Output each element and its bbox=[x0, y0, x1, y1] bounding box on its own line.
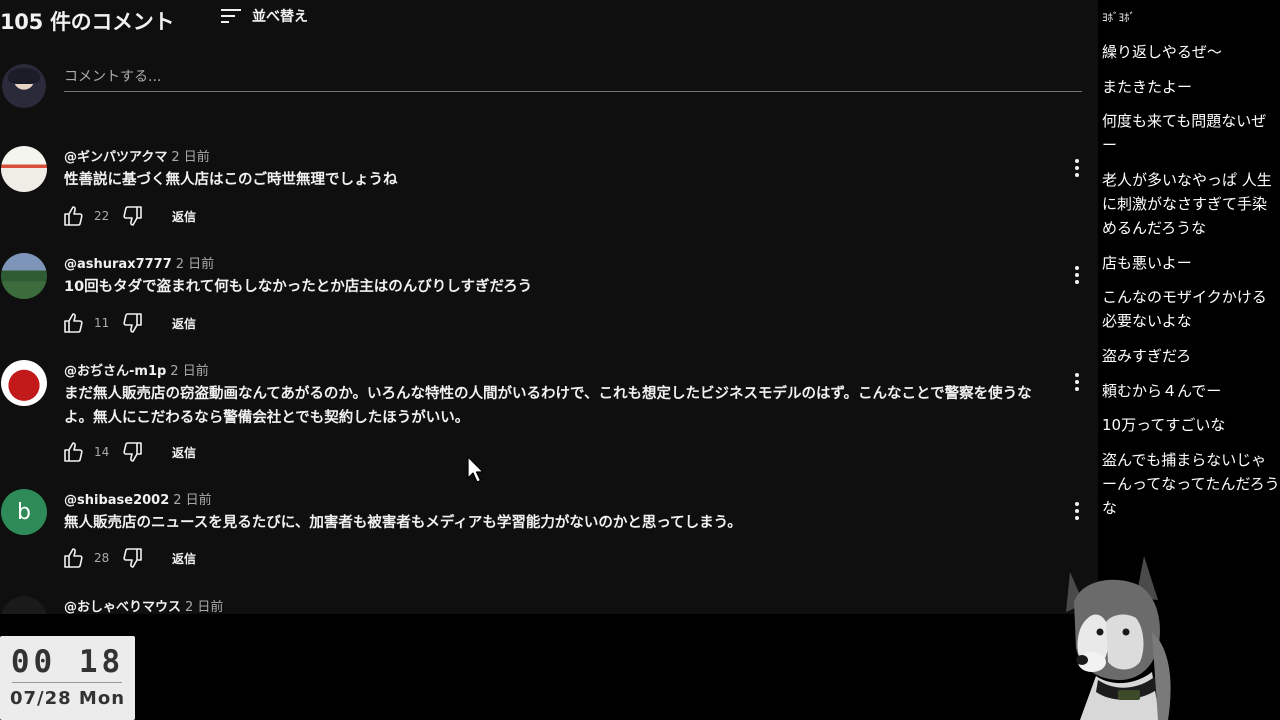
sort-button[interactable]: 並べ替え bbox=[220, 6, 308, 26]
like-button[interactable] bbox=[62, 546, 86, 570]
more-icon[interactable] bbox=[1068, 499, 1086, 523]
chat-message: 盗みすぎだろ bbox=[1102, 347, 1192, 365]
more-icon[interactable] bbox=[1068, 156, 1086, 180]
clock-date: 07/28 Mon bbox=[9, 688, 126, 709]
comment-meta: @おしゃべりマウス 2 日前 bbox=[64, 596, 223, 614]
chat-message: こんなのモザイクかける必要ないよな bbox=[1102, 288, 1267, 330]
my-avatar bbox=[2, 64, 46, 108]
comment-actions: 11 返信 bbox=[62, 311, 196, 335]
more-icon[interactable] bbox=[1068, 370, 1086, 394]
comment-author[interactable]: @ギンパツアクマ bbox=[64, 150, 167, 165]
chat-message: 頼むから４んでー bbox=[1102, 382, 1222, 400]
chat-message: 繰り返しやるぜ～ bbox=[1102, 43, 1222, 61]
live-chat-overlay: ﾖﾎﾞﾖﾎﾞ 繰り返しやるぜ～ またきたよー 何度も来ても問題ないぜー 老人が多… bbox=[1098, 0, 1280, 540]
chat-message: 何度も来ても問題ないぜー bbox=[1102, 112, 1267, 154]
husky-mascot bbox=[1066, 556, 1171, 720]
comment-meta: @ashurax7777 2 日前 bbox=[64, 253, 214, 272]
dislike-icon bbox=[123, 206, 142, 226]
clock-widget: 00 18 07/28 Mon bbox=[0, 636, 135, 720]
avatar[interactable]: b bbox=[1, 489, 47, 535]
comment-actions: 28 返信 bbox=[62, 546, 196, 570]
like-count: 14 bbox=[94, 445, 110, 459]
dislike-button[interactable] bbox=[120, 204, 144, 228]
chat-message: ﾖﾎﾞﾖﾎﾞ bbox=[1102, 11, 1135, 24]
clock-time: 00 18 bbox=[10, 644, 125, 680]
like-button[interactable] bbox=[62, 440, 86, 464]
like-icon bbox=[64, 442, 83, 462]
avatar[interactable] bbox=[1, 360, 47, 406]
comment-text: 10回もタダで盗まれて何もしなかったとか店主はのんびりしすぎだろう bbox=[64, 279, 533, 295]
comment-time[interactable]: 2 日前 bbox=[173, 493, 211, 508]
add-comment-row bbox=[0, 62, 1082, 112]
dislike-icon bbox=[123, 442, 142, 462]
chat-message: 店も悪いよー bbox=[1102, 254, 1192, 272]
sort-label: 並べ替え bbox=[252, 9, 308, 25]
like-icon bbox=[64, 548, 83, 568]
comment-meta: @shibase2002 2 日前 bbox=[64, 489, 212, 508]
dislike-button[interactable] bbox=[120, 440, 144, 464]
chat-message: 盗んでも捕まらないじゃーんってなってたんだろうな bbox=[1102, 451, 1280, 517]
comment-author[interactable]: @おぢさん-m1p bbox=[64, 364, 166, 379]
avatar[interactable] bbox=[1, 253, 47, 299]
comment-actions: 14 返信 bbox=[62, 440, 196, 464]
like-button[interactable] bbox=[62, 311, 86, 335]
comment-actions: 22 返信 bbox=[62, 204, 196, 228]
dislike-icon bbox=[123, 548, 142, 568]
add-comment-input[interactable] bbox=[64, 62, 1082, 92]
cursor-icon bbox=[467, 456, 484, 483]
reply-button[interactable]: 返信 bbox=[172, 315, 196, 332]
comment-text: まだ無人販売店の窃盗動画なんてあがるのか。いろんな特性の人間がいるわけで、これも… bbox=[64, 386, 1032, 426]
comment-text: 性善説に基づく無人店はこのご時世無理でしょうね bbox=[64, 172, 398, 188]
reply-button[interactable]: 返信 bbox=[172, 550, 196, 567]
comments-panel: 105 件のコメント 並べ替え @ギンパツアクマ 2 日前 性善説に基づく無人店は… bbox=[0, 0, 1098, 614]
chat-message: またきたよー bbox=[1102, 78, 1193, 96]
comment-time[interactable]: 2 日前 bbox=[171, 150, 209, 165]
comment-meta: @おぢさん-m1p 2 日前 bbox=[64, 360, 209, 379]
comments-header: 105 件のコメント bbox=[0, 6, 174, 36]
comment-time[interactable]: 2 日前 bbox=[185, 600, 223, 614]
like-icon bbox=[64, 313, 83, 333]
dislike-button[interactable] bbox=[120, 546, 144, 570]
avatar[interactable] bbox=[1, 146, 47, 192]
reply-button[interactable]: 返信 bbox=[172, 208, 196, 225]
stream-frame: 105 件のコメント 並べ替え @ギンパツアクマ 2 日前 性善説に基づく無人店は… bbox=[0, 0, 1280, 720]
comment-count: 105 件のコメント bbox=[0, 10, 175, 34]
dislike-button[interactable] bbox=[120, 311, 144, 335]
comment-author[interactable]: @おしゃべりマウス bbox=[64, 600, 181, 614]
comment-time[interactable]: 2 日前 bbox=[176, 257, 214, 272]
comment-time[interactable]: 2 日前 bbox=[170, 364, 208, 379]
reply-button[interactable]: 返信 bbox=[172, 444, 196, 461]
comment-meta: @ギンパツアクマ 2 日前 bbox=[64, 146, 210, 165]
like-count: 22 bbox=[94, 209, 110, 223]
like-button[interactable] bbox=[62, 204, 86, 228]
comment-author[interactable]: @ashurax7777 bbox=[64, 257, 172, 272]
sort-icon bbox=[221, 9, 241, 23]
comment-text: 無人販売店のニュースを見るたびに、加害者も被害者もメディアも学習能力がないのかと… bbox=[64, 515, 742, 531]
comment-author[interactable]: @shibase2002 bbox=[64, 493, 169, 508]
avatar[interactable] bbox=[1, 596, 47, 614]
chat-message: 10万ってすごいな bbox=[1102, 416, 1226, 434]
clock-divider bbox=[12, 682, 122, 683]
dislike-icon bbox=[123, 313, 142, 333]
like-count: 28 bbox=[94, 551, 110, 565]
like-icon bbox=[64, 206, 83, 226]
like-count: 11 bbox=[94, 316, 110, 330]
chat-message: 老人が多いなやっぱ 人生に刺激がなさすぎて手染めるんだろうな bbox=[1102, 171, 1272, 237]
more-icon[interactable] bbox=[1068, 263, 1086, 287]
